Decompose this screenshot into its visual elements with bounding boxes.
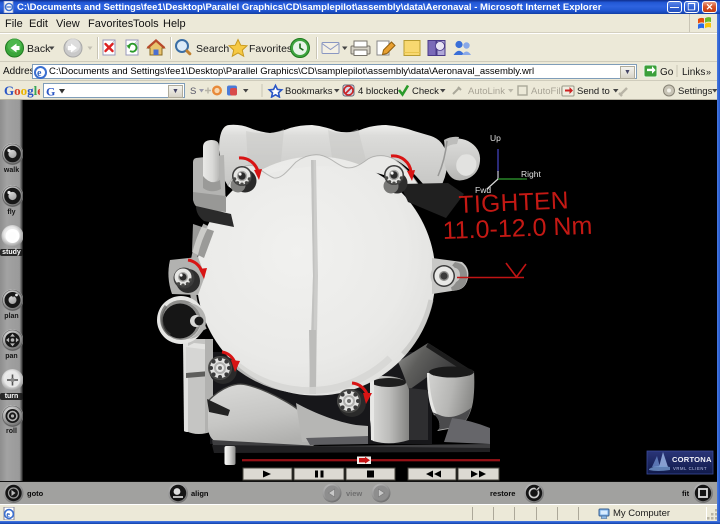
svg-text:Go: Go: [660, 67, 674, 78]
svg-text:Check: Check: [412, 86, 439, 97]
svg-text:Google: Google: [4, 83, 40, 98]
svg-text:11.0-12.0 Nm: 11.0-12.0 Nm: [442, 212, 592, 245]
svg-text:CORTONA: CORTONA: [672, 455, 712, 464]
svg-text:e: e: [6, 510, 10, 519]
svg-text:Search: Search: [196, 43, 229, 55]
svg-text:VRML CLIENT: VRML CLIENT: [673, 466, 707, 471]
svg-text:S: S: [190, 86, 196, 97]
svg-text:AutoLink: AutoLink: [468, 86, 505, 97]
svg-text:G: G: [46, 85, 55, 97]
svg-text:»: »: [706, 67, 711, 77]
svg-text:Right: Right: [521, 169, 541, 179]
svg-text:AutoFill: AutoFill: [531, 86, 563, 97]
svg-text:Back: Back: [27, 43, 51, 55]
svg-text:4 blocked: 4 blocked: [358, 86, 399, 97]
svg-text:Up: Up: [490, 133, 501, 143]
svg-text:Favorites: Favorites: [249, 43, 292, 55]
svg-text:Bookmarks: Bookmarks: [285, 86, 333, 97]
svg-text:Send to: Send to: [577, 86, 610, 97]
svg-text:e: e: [37, 68, 42, 79]
svg-text:Settings: Settings: [678, 86, 713, 97]
svg-text:Links: Links: [682, 67, 705, 78]
